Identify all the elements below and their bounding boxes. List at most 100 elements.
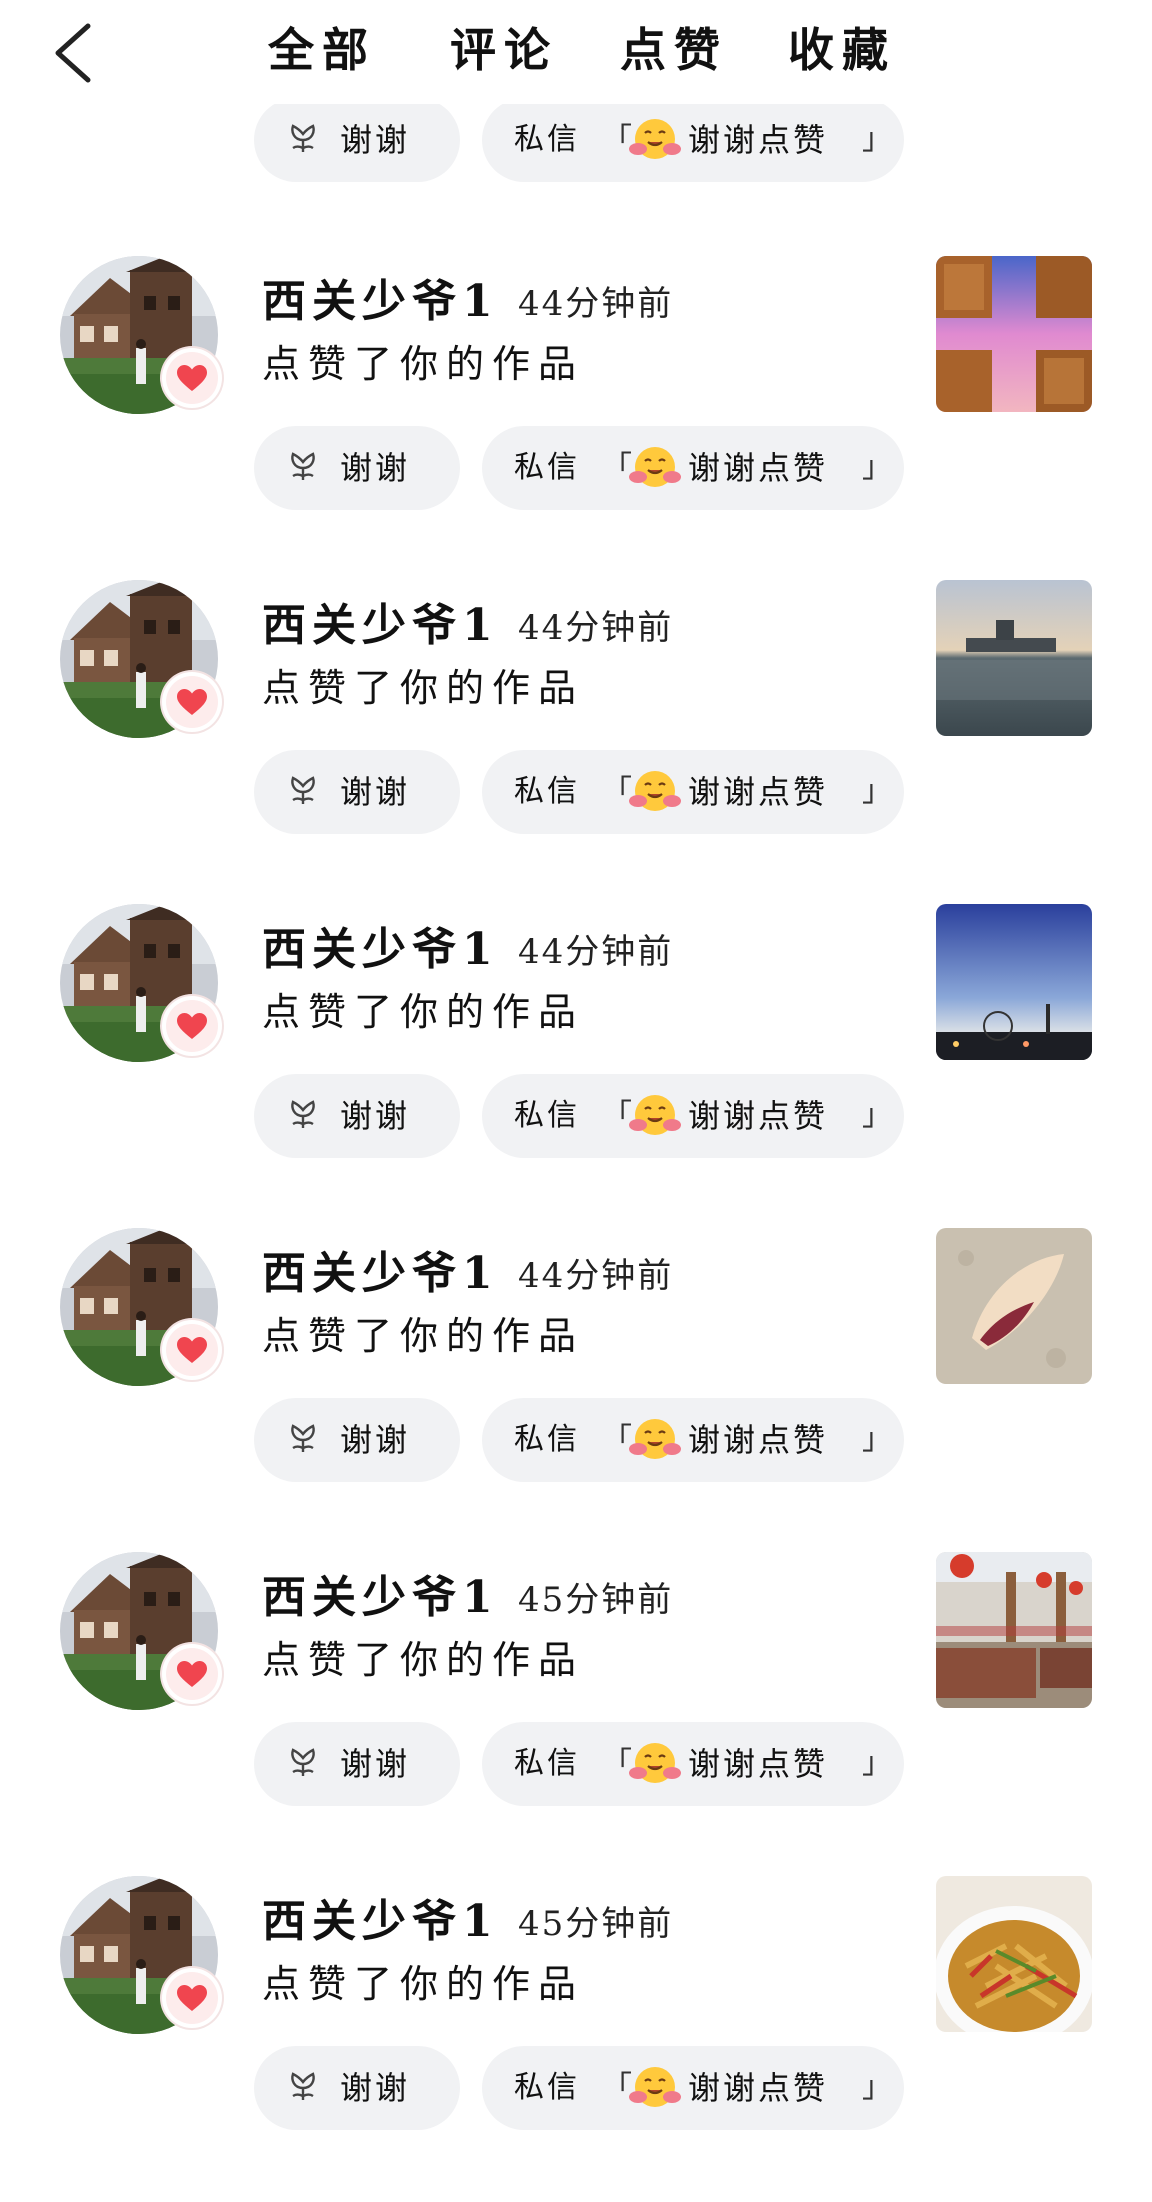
hug-emoji-icon xyxy=(629,1095,681,1135)
action-text: 点赞了你的作品 xyxy=(262,1314,585,1358)
thanks-label: 谢谢 xyxy=(340,449,411,487)
thanks-button[interactable]: 谢谢 xyxy=(254,1398,460,1482)
action-text: 点赞了你的作品 xyxy=(262,1962,585,2006)
post-thumbnail[interactable] xyxy=(936,580,1092,736)
close-bracket: 」 xyxy=(862,1422,892,1457)
flower-icon xyxy=(291,776,315,804)
like-badge xyxy=(162,1968,222,2028)
notification-row: 西关少爷1 45分钟前 点赞了你的作品 谢谢 私信 「 谢谢点赞 」 xyxy=(0,1552,1152,1878)
flower-icon xyxy=(291,2072,315,2100)
dm-thanks-button[interactable]: 私信 「 谢谢点赞 」 xyxy=(482,98,904,182)
dm-thanks-button[interactable]: 私信 「 谢谢点赞 」 xyxy=(482,1074,904,1158)
username[interactable]: 西关少爷1 xyxy=(262,596,499,656)
timestamp: 44分钟前 xyxy=(518,284,674,324)
dm-thanks-button[interactable]: 私信 「 谢谢点赞 」 xyxy=(482,750,904,834)
dm-prefix-label: 私信 xyxy=(514,1746,580,1781)
close-bracket: 」 xyxy=(862,450,892,485)
hug-emoji-icon xyxy=(629,447,681,487)
action-text: 点赞了你的作品 xyxy=(262,342,585,386)
top-nav-bar: 全部 评论 点赞 收藏 xyxy=(0,0,1152,104)
close-bracket: 」 xyxy=(862,1746,892,1781)
dm-prefix-label: 私信 xyxy=(514,2070,580,2105)
dm-thanks-button[interactable]: 私信 「 谢谢点赞 」 xyxy=(482,2046,904,2130)
like-badge xyxy=(162,1320,222,1380)
like-badge xyxy=(162,672,222,732)
post-thumbnail[interactable] xyxy=(936,1876,1092,2032)
dm-message-label: 谢谢点赞 xyxy=(688,2069,829,2107)
tab-likes[interactable]: 点赞 xyxy=(620,18,728,82)
flower-icon xyxy=(291,124,315,152)
thanks-label: 谢谢 xyxy=(340,121,411,159)
dm-message-label: 谢谢点赞 xyxy=(688,1097,829,1135)
flower-icon xyxy=(291,1748,315,1776)
thanks-label: 谢谢 xyxy=(340,2069,411,2107)
like-badge xyxy=(162,996,222,1056)
dm-prefix-label: 私信 xyxy=(514,122,580,157)
close-bracket: 」 xyxy=(862,774,892,809)
post-thumbnail[interactable] xyxy=(936,904,1092,1060)
heart-icon xyxy=(177,365,207,391)
post-thumbnail[interactable] xyxy=(936,1552,1092,1708)
dm-message-label: 谢谢点赞 xyxy=(688,1421,829,1459)
notification-row: 西关少爷1 44分钟前 点赞了你的作品 谢谢 私信 「 谢谢点赞 」 xyxy=(0,1228,1152,1554)
thanks-button[interactable]: 谢谢 xyxy=(254,1074,460,1158)
heart-icon xyxy=(177,1337,207,1363)
heart-icon xyxy=(177,689,207,715)
thanks-button[interactable]: 谢谢 xyxy=(254,426,460,510)
dm-thanks-button[interactable]: 私信 「 谢谢点赞 」 xyxy=(482,426,904,510)
dm-prefix-label: 私信 xyxy=(514,450,580,485)
thanks-label: 谢谢 xyxy=(340,773,411,811)
dm-message-label: 谢谢点赞 xyxy=(688,121,829,159)
notification-row: 西关少爷1 44分钟前 点赞了你的作品 谢谢 私信 「 谢谢点赞 」 xyxy=(0,904,1152,1230)
dm-thanks-button[interactable]: 私信 「 谢谢点赞 」 xyxy=(482,1722,904,1806)
dm-thanks-button[interactable]: 私信 「 谢谢点赞 」 xyxy=(482,1398,904,1482)
username[interactable]: 西关少爷1 xyxy=(262,1892,499,1952)
heart-icon xyxy=(177,1013,207,1039)
action-text: 点赞了你的作品 xyxy=(262,990,585,1034)
dm-prefix-label: 私信 xyxy=(514,1098,580,1133)
close-bracket: 」 xyxy=(862,1098,892,1133)
heart-icon xyxy=(177,1985,207,2011)
timestamp: 45分钟前 xyxy=(518,1580,674,1620)
notification-row: 西关少爷1 44分钟前 点赞了你的作品 谢谢 私信 「 谢谢点赞 」 xyxy=(0,580,1152,906)
hug-emoji-icon xyxy=(629,119,681,159)
timestamp: 45分钟前 xyxy=(518,1904,674,1944)
tab-all[interactable]: 全部 xyxy=(268,18,376,82)
heart-icon xyxy=(177,1661,207,1687)
username[interactable]: 西关少爷1 xyxy=(262,1244,499,1304)
hug-emoji-icon xyxy=(629,1419,681,1459)
tab-favorites[interactable]: 收藏 xyxy=(788,18,896,82)
thanks-button[interactable]: 谢谢 xyxy=(254,1722,460,1806)
action-text: 点赞了你的作品 xyxy=(262,1638,585,1682)
timestamp: 44分钟前 xyxy=(518,608,674,648)
dm-message-label: 谢谢点赞 xyxy=(688,773,829,811)
username[interactable]: 西关少爷1 xyxy=(262,920,499,980)
notification-row: 西关少爷1 45分钟前 点赞了你的作品 谢谢 私信 「 谢谢点赞 」 xyxy=(0,1876,1152,2202)
hug-emoji-icon xyxy=(629,1743,681,1783)
thanks-button[interactable]: 谢谢 xyxy=(254,98,460,182)
thanks-button[interactable]: 谢谢 xyxy=(254,2046,460,2130)
thanks-label: 谢谢 xyxy=(340,1097,411,1135)
dm-message-label: 谢谢点赞 xyxy=(688,449,829,487)
username[interactable]: 西关少爷1 xyxy=(262,272,499,332)
timestamp: 44分钟前 xyxy=(518,1256,674,1296)
back-arrow-icon[interactable] xyxy=(50,22,102,84)
thanks-label: 谢谢 xyxy=(340,1745,411,1783)
hug-emoji-icon xyxy=(629,771,681,811)
action-text: 点赞了你的作品 xyxy=(262,666,585,710)
post-thumbnail[interactable] xyxy=(936,256,1092,412)
flower-icon xyxy=(291,1424,315,1452)
hug-emoji-icon xyxy=(629,2067,681,2107)
post-thumbnail[interactable] xyxy=(936,1228,1092,1384)
notification-row: 西关少爷1 44分钟前 点赞了你的作品 谢谢 私信 「 谢谢点赞 」 xyxy=(0,256,1152,582)
dm-message-label: 谢谢点赞 xyxy=(688,1745,829,1783)
like-badge xyxy=(162,1644,222,1704)
dm-prefix-label: 私信 xyxy=(514,774,580,809)
flower-icon xyxy=(291,452,315,480)
flower-icon xyxy=(291,1100,315,1128)
timestamp: 44分钟前 xyxy=(518,932,674,972)
username[interactable]: 西关少爷1 xyxy=(262,1568,499,1628)
tab-comments[interactable]: 评论 xyxy=(450,18,558,82)
thanks-button[interactable]: 谢谢 xyxy=(254,750,460,834)
like-badge xyxy=(162,348,222,408)
